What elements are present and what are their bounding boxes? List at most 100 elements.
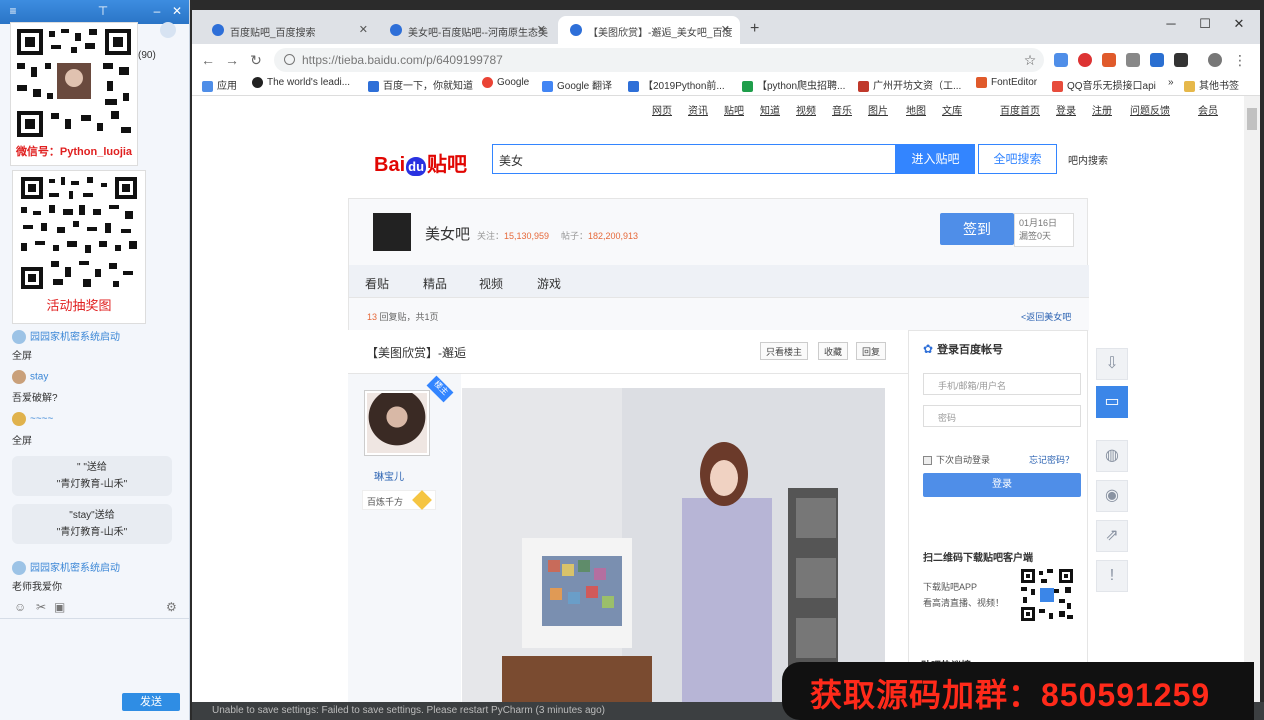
paw-icon xyxy=(368,80,379,92)
forgot-password-link[interactable]: 忘记密码？ xyxy=(1029,453,1074,466)
bookmark-star-icon[interactable]: ☆ xyxy=(1022,52,1038,68)
tab-meinv-ba[interactable]: 美女吧-百度贴吧--河南原生态美 ✕ xyxy=(378,16,556,44)
gear-icon[interactable]: ⚙ xyxy=(166,600,177,614)
checkbox-icon[interactable] xyxy=(923,456,932,466)
remember-checkbox[interactable]: 下次自动登录 xyxy=(923,453,990,466)
close-window-icon[interactable]: ✕ xyxy=(1224,14,1254,34)
ext-icon[interactable] xyxy=(1126,53,1140,67)
username-field[interactable]: 手机/邮箱/用户名 xyxy=(923,373,1081,395)
opera-ext-icon[interactable] xyxy=(1078,53,1092,67)
forum-name[interactable]: 美女吧 xyxy=(425,223,470,244)
bookmark-fonteditor[interactable]: FontEditor xyxy=(976,77,1037,88)
author-avatar[interactable] xyxy=(364,390,430,456)
bookmark-baidu[interactable]: 百度一下，你就知道 xyxy=(368,77,473,92)
reload-icon[interactable]: ↻ xyxy=(248,52,264,68)
minimize-icon[interactable]: – xyxy=(150,4,164,18)
close-icon[interactable]: ✕ xyxy=(721,23,730,36)
bookmark-guangzhou[interactable]: 广州开坊文资（工... xyxy=(858,77,961,92)
tab-video[interactable]: 视频 xyxy=(479,275,503,292)
login-button[interactable]: 登录 xyxy=(923,473,1081,497)
nav-register[interactable]: 注册 xyxy=(1092,102,1112,117)
nav-music[interactable]: 音乐 xyxy=(832,102,852,117)
bookmark-other[interactable]: 其他书签 xyxy=(1184,77,1239,92)
password-field[interactable]: 密码 xyxy=(923,405,1081,427)
enter-tieba-button[interactable]: 进入贴吧 xyxy=(896,144,975,174)
forward-icon[interactable]: → xyxy=(224,52,240,68)
menu-icon[interactable]: ≡ xyxy=(6,4,20,18)
tab-current-post[interactable]: 【美图欣赏】-邂逅_美女吧_百度 ✕ xyxy=(558,16,740,44)
send-button[interactable]: 发送 xyxy=(122,693,180,711)
maximize-icon[interactable]: ☐ xyxy=(1190,14,1220,34)
bookmark-google[interactable]: Google xyxy=(482,77,529,88)
bookmark-more[interactable]: » xyxy=(1168,77,1174,88)
bookmark-python[interactable]: 【2019Python前... xyxy=(628,77,725,92)
author-level: 百炼千方 xyxy=(362,490,436,510)
url-field[interactable]: https://tieba.baidu.com/p/6409199787 xyxy=(274,48,1044,72)
nav-zhidao[interactable]: 知道 xyxy=(760,102,780,117)
scroll-thumb[interactable] xyxy=(1247,108,1257,130)
emoji-icon[interactable]: ☺ xyxy=(14,600,26,614)
pin-icon[interactable]: ⊤ xyxy=(96,4,110,18)
tieba-logo[interactable]: Bai du 贴吧 xyxy=(374,148,467,177)
search-in-forum-link[interactable]: 吧内搜索 xyxy=(1068,152,1108,167)
tab-games[interactable]: 游戏 xyxy=(537,275,561,292)
nav-news[interactable]: 资讯 xyxy=(688,102,708,117)
more-menu-icon[interactable]: ⋮ xyxy=(1232,52,1248,68)
report-icon[interactable]: ! xyxy=(1096,560,1128,592)
nav-video[interactable]: 视频 xyxy=(796,102,816,117)
nav-map[interactable]: 地图 xyxy=(906,102,926,117)
bookmark-apps[interactable]: 应用 xyxy=(202,77,237,92)
info-icon[interactable] xyxy=(284,54,295,65)
nav-image[interactable]: 图片 xyxy=(868,102,888,117)
folder-icon xyxy=(1184,80,1195,92)
cat-icon[interactable]: ◉ xyxy=(1096,480,1128,512)
bookmark-qqmusic[interactable]: QQ音乐无损接口api xyxy=(1052,77,1156,92)
github-icon xyxy=(252,77,263,88)
close-icon[interactable]: ✕ xyxy=(170,4,184,18)
ext-icon[interactable] xyxy=(1174,53,1188,67)
ext-icon[interactable] xyxy=(1150,53,1164,67)
login-title: ✿ 登录百度帐号 xyxy=(923,342,1004,356)
gift-notice: "stay"送给 "青灯教育-山禾" xyxy=(12,504,172,544)
avatar xyxy=(12,561,26,576)
share-icon[interactable]: ⇗ xyxy=(1096,520,1128,552)
back-to-forum-link[interactable]: <返回美女吧 xyxy=(1021,310,1071,323)
page-scrollbar[interactable] xyxy=(1244,96,1260,720)
only-author-button[interactable]: 只看楼主 xyxy=(760,342,809,360)
settings-icon[interactable] xyxy=(160,22,176,38)
back-icon[interactable]: ← xyxy=(200,52,216,68)
bookmark-python-job[interactable]: 【python爬虫招聘... xyxy=(742,77,845,92)
nav-wenku[interactable]: 文库 xyxy=(942,102,962,117)
scissors-icon[interactable]: ✂ xyxy=(36,600,46,614)
reply-button[interactable]: 回复 xyxy=(856,342,887,360)
nav-member[interactable]: 会员 xyxy=(1198,102,1218,117)
minimize-icon[interactable]: ─ xyxy=(1156,14,1186,34)
image-icon[interactable]: ▣ xyxy=(54,600,65,614)
bookmark-github[interactable]: The world's leadi... xyxy=(252,77,350,88)
tab-featured[interactable]: 精品 xyxy=(423,275,447,292)
nav-tieba[interactable]: 贴吧 xyxy=(724,102,744,117)
app-qr-code xyxy=(1019,567,1075,623)
forum-avatar[interactable] xyxy=(373,213,411,251)
new-tab-icon[interactable]: + xyxy=(750,20,759,38)
robot-icon[interactable]: ◍ xyxy=(1096,440,1128,472)
search-input[interactable]: 美女 xyxy=(492,144,896,174)
message-icon[interactable]: ▭ xyxy=(1096,386,1128,418)
sign-in-button[interactable]: 签到 xyxy=(940,213,1014,245)
close-icon[interactable]: ✕ xyxy=(359,23,368,36)
search-all-button[interactable]: 全吧搜索 xyxy=(978,144,1057,174)
nav-home[interactable]: 百度首页 xyxy=(1000,102,1040,117)
download-app-icon[interactable]: ⇩ xyxy=(1096,348,1128,380)
ext-icon[interactable] xyxy=(1102,53,1116,67)
bookmark-google-translate[interactable]: Google 翻译 xyxy=(542,77,612,92)
author-name[interactable]: 琳宝儿 xyxy=(374,468,404,483)
nav-login[interactable]: 登录 xyxy=(1056,102,1076,117)
nav-feedback[interactable]: 问题反馈 xyxy=(1130,102,1170,117)
profile-icon[interactable] xyxy=(1208,53,1222,67)
nav-web[interactable]: 网页 xyxy=(652,102,672,117)
tab-posts[interactable]: 看贴 xyxy=(365,275,389,292)
translate-ext-icon[interactable] xyxy=(1054,53,1068,67)
favorite-button[interactable]: 收藏 xyxy=(818,342,849,360)
tab-baidu-search[interactable]: 百度贴吧_百度搜索 ✕ xyxy=(200,16,378,44)
close-icon[interactable]: ✕ xyxy=(537,23,546,36)
